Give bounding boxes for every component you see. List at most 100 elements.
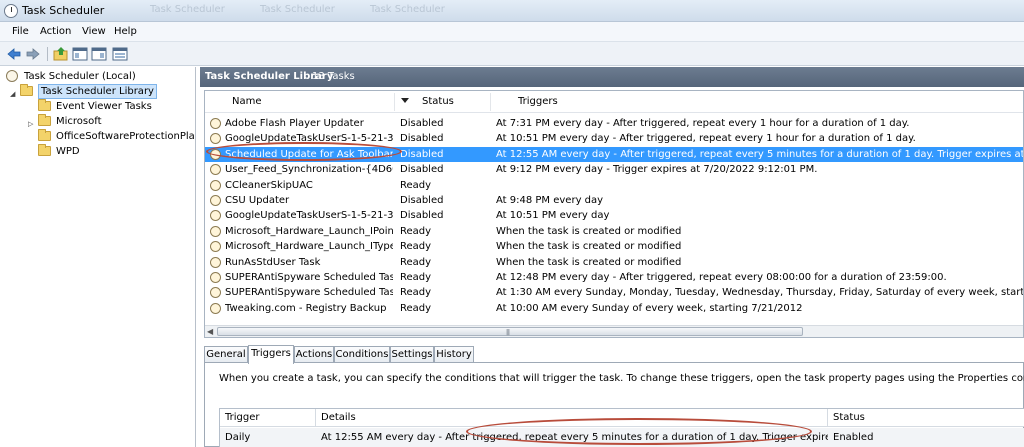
folder-icon <box>38 144 51 156</box>
task-status: Ready <box>400 179 432 191</box>
task-count: 13 Tasks <box>312 71 355 82</box>
task-scheduler-clock-icon <box>4 4 18 18</box>
task-row[interactable]: SUPERAntiSpyware Scheduled Task d5... Rea… <box>205 285 1024 300</box>
scrollbar-thumb[interactable]: ||| <box>217 327 803 336</box>
tree-item-label: Event Viewer Tasks <box>56 101 152 112</box>
column-header-status[interactable]: Status <box>828 409 1024 427</box>
tab-history[interactable]: History <box>434 346 474 363</box>
task-clock-icon <box>210 118 221 129</box>
task-clock-icon <box>210 195 221 206</box>
task-row[interactable]: Microsoft_Hardware_Launch_IPoint_exe Read… <box>205 224 1023 239</box>
task-name: Tweaking.com - Registry Backup <box>225 302 387 314</box>
trigger-status-cell[interactable]: Enabled <box>828 428 1024 447</box>
task-triggers: At 12:48 PM every day - After triggered,… <box>496 272 947 283</box>
task-status: Ready <box>400 287 432 299</box>
tree-item-label: OfficeSoftwareProtectionPlatform <box>56 131 195 142</box>
task-name: SUPERAntiSpyware Scheduled Task d5... <box>225 287 393 299</box>
column-header-details[interactable]: Details <box>316 409 828 427</box>
folder-icon <box>38 99 51 111</box>
column-divider[interactable] <box>394 93 395 111</box>
tab-conditions[interactable]: Conditions <box>334 346 390 363</box>
column-header-name[interactable]: Name <box>232 96 262 107</box>
task-name: GoogleUpdateTaskUserS-1-5-21-3983... <box>225 210 393 222</box>
triggers-description: When you create a task, you can specify … <box>219 373 1024 384</box>
menu-view[interactable]: View <box>82 26 106 37</box>
menu-help[interactable]: Help <box>114 26 137 37</box>
tab-settings[interactable]: Settings <box>390 346 434 363</box>
collapsed-triangle-icon[interactable]: ▷ <box>28 117 33 132</box>
task-clock-icon <box>210 210 221 222</box>
task-row[interactable]: SUPERAntiSpyware Scheduled Task 7f... Rea… <box>205 270 1023 285</box>
task-name: Microsoft_Hardware_Launch_IType_exe <box>225 241 393 253</box>
tab-actions[interactable]: Actions <box>294 346 334 363</box>
column-header-status[interactable]: Status <box>422 96 454 107</box>
task-name: GoogleUpdateTaskUserS-1-5-21-3983... <box>225 133 393 145</box>
up-folder-icon[interactable] <box>53 46 69 62</box>
library-header: Task Scheduler Library 13 Tasks <box>200 67 1024 87</box>
task-triggers: At 1:30 AM every Sunday, Monday, Tuesday… <box>496 287 1024 299</box>
menu-file[interactable]: File <box>12 26 29 37</box>
column-headers: Name Status Triggers <box>205 91 1023 113</box>
task-triggers: At 9:12 PM every day - Trigger expires a… <box>496 164 818 176</box>
title-bar: Task Scheduler Task Scheduler Task Sched… <box>0 0 1024 22</box>
task-scheduler-clock-icon <box>6 70 18 82</box>
task-row[interactable]: RunAsStdUser Task Ready When the task is c… <box>205 255 1023 270</box>
task-clock-icon <box>210 302 221 314</box>
task-row[interactable]: CCleanerSkipUAC Ready <box>205 178 1023 193</box>
task-triggers: At 10:00 AM every Sunday of every week, … <box>496 302 803 314</box>
folder-icon <box>20 84 33 96</box>
scroll-left-icon[interactable]: ◀ <box>207 327 213 336</box>
task-clock-icon <box>210 272 221 283</box>
task-name: Adobe Flash Player Updater <box>225 118 364 129</box>
task-name: SUPERAntiSpyware Scheduled Task 7f... <box>225 272 393 283</box>
column-divider[interactable] <box>490 93 491 111</box>
ghost-title-text: Task Scheduler <box>260 4 335 15</box>
window-title: Task Scheduler <box>22 4 105 17</box>
task-row[interactable]: Adobe Flash Player Updater Disabled At 7:3… <box>205 116 1023 131</box>
task-status: Disabled <box>400 210 444 222</box>
task-name: RunAsStdUser Task <box>225 256 321 268</box>
column-header-triggers[interactable]: Triggers <box>518 96 558 107</box>
task-row[interactable]: GoogleUpdateTaskUserS-1-5-21-3983... Disa… <box>205 131 1023 146</box>
task-status: Ready <box>400 272 432 283</box>
task-clock-icon <box>210 225 221 237</box>
task-name: User_Feed_Synchronization-{4D60BBC... <box>225 164 393 176</box>
task-row[interactable]: Microsoft_Hardware_Launch_IType_exe Ready… <box>205 239 1023 254</box>
task-status: Ready <box>400 225 432 237</box>
horizontal-scrollbar[interactable]: ◀ ||| <box>205 325 1023 337</box>
task-status: Disabled <box>400 133 444 145</box>
task-clock-icon <box>210 256 221 268</box>
column-header-trigger[interactable]: Trigger <box>220 409 316 427</box>
back-arrow-icon[interactable] <box>6 46 22 62</box>
tree-root-label: Task Scheduler (Local) <box>24 71 136 82</box>
task-triggers: When the task is created or modified <box>496 241 682 253</box>
console-tree-icon[interactable] <box>112 46 128 62</box>
task-row[interactable]: GoogleUpdateTaskUserS-1-5-21-3983... Disa… <box>205 208 1023 223</box>
console-tree: Task Scheduler (Local) ◢ Task Scheduler … <box>0 67 196 447</box>
task-row[interactable]: Tweaking.com - Registry Backup Ready At 10… <box>205 301 1023 316</box>
task-name: CSU Updater <box>225 195 290 206</box>
task-status: Ready <box>400 256 432 268</box>
show-hide-tree-icon[interactable] <box>72 46 88 62</box>
task-triggers: At 10:51 PM every day <box>496 210 610 222</box>
trigger-type-cell[interactable]: Daily <box>220 428 316 447</box>
task-row[interactable]: User_Feed_Synchronization-{4D60BBC... Dis… <box>205 162 1023 177</box>
triggers-panel: When you create a task, you can specify … <box>204 362 1024 447</box>
task-row[interactable]: CSU Updater Disabled At 9:48 PM every day <box>205 193 1023 208</box>
tab-general[interactable]: General <box>204 346 248 363</box>
task-status: Disabled <box>400 164 444 176</box>
menu-action[interactable]: Action <box>40 26 71 37</box>
forward-arrow-icon[interactable] <box>25 46 41 62</box>
expanded-triangle-icon[interactable]: ◢ <box>10 87 15 102</box>
trigger-details-cell[interactable]: At 12:55 AM every day - After triggered,… <box>316 428 828 447</box>
details-tabs: General Triggers Actions Conditions Sett… <box>204 345 1024 364</box>
ghost-title-text: Task Scheduler <box>150 4 225 15</box>
task-clock-icon <box>210 164 221 176</box>
task-row[interactable]: Scheduled Update for Ask Toolbar Disabled… <box>205 146 1023 163</box>
toolbar-separator <box>47 47 48 61</box>
folder-icon <box>38 129 51 141</box>
tab-triggers[interactable]: Triggers <box>248 345 294 364</box>
menu-bar: File Action View Help <box>0 22 1024 42</box>
task-status: Ready <box>400 302 432 314</box>
help-panel-icon[interactable] <box>91 46 107 62</box>
